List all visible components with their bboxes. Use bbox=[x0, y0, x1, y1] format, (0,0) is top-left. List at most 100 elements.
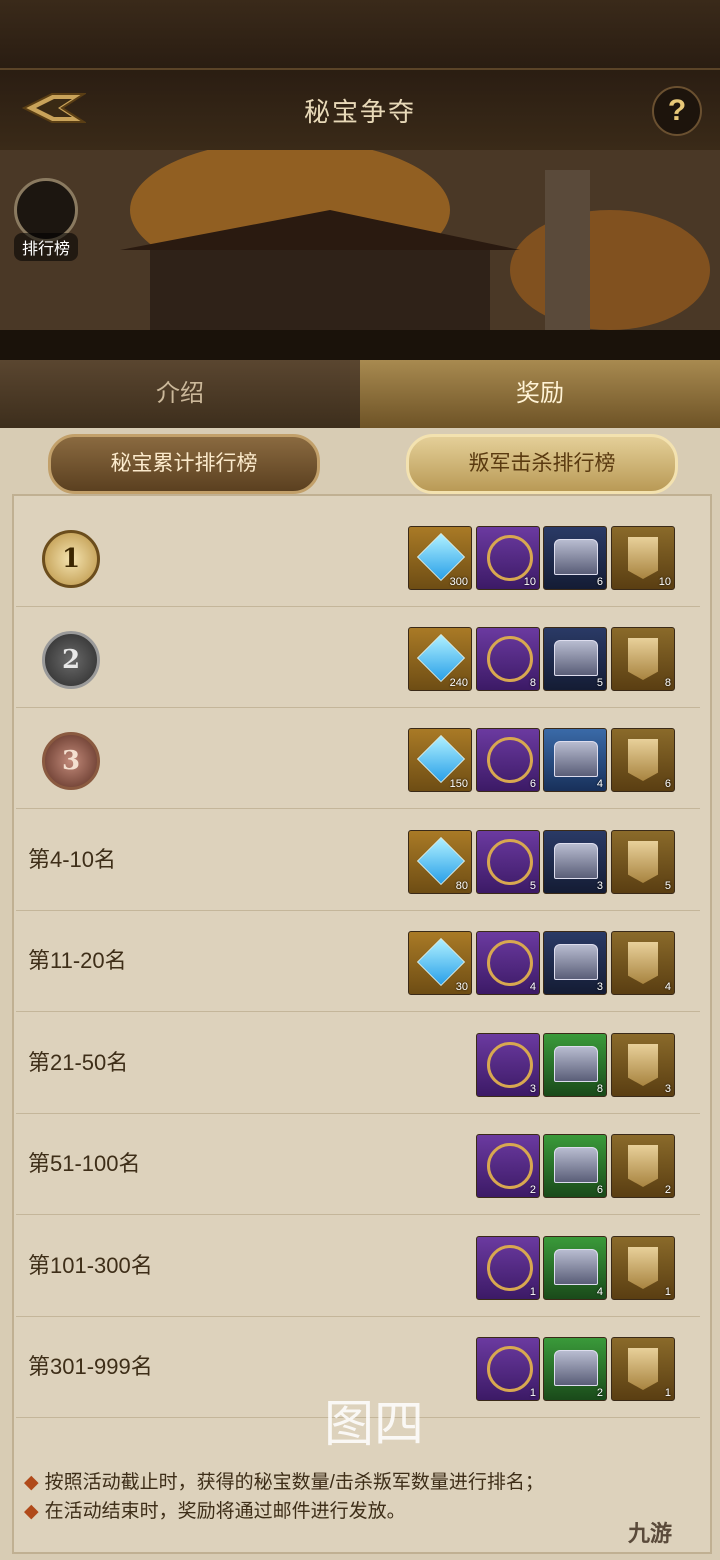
ban-reward-icon[interactable]: 10 bbox=[611, 526, 675, 590]
reward-count: 8 bbox=[664, 677, 671, 689]
ham-reward-icon[interactable]: 5 bbox=[476, 830, 540, 894]
rank-medal-icon: 2 bbox=[42, 631, 100, 689]
reward-count: 5 bbox=[596, 677, 603, 689]
notes: ◆ 按照活动截止时，获得的秘宝数量/击杀叛军数量进行排名； ◆ 在活动结束时，奖励将… bbox=[24, 1468, 704, 1526]
reward-row: 第11-20名 30 4 3 4 bbox=[16, 911, 700, 1012]
reward-count: 4 bbox=[596, 778, 603, 790]
rank-label: 第51-100名 bbox=[28, 1151, 141, 1176]
chestg-reward-icon[interactable]: 6 bbox=[543, 1134, 607, 1198]
site-logo: 九游 bbox=[628, 1521, 673, 1546]
ham-reward-icon[interactable]: 1 bbox=[476, 1236, 540, 1300]
reward-count: 6 bbox=[596, 1184, 603, 1196]
ban-reward-icon[interactable]: 3 bbox=[611, 1033, 675, 1097]
ham-reward-icon[interactable]: 2 bbox=[476, 1134, 540, 1198]
ham-reward-icon[interactable]: 3 bbox=[476, 1033, 540, 1097]
leaderboard-label: 排行榜 bbox=[14, 233, 78, 261]
reward-row: 3 150 6 4 6 bbox=[16, 708, 700, 809]
ban-reward-icon[interactable]: 6 bbox=[611, 728, 675, 792]
reward-count: 1 bbox=[664, 1387, 671, 1399]
ban-reward-icon[interactable]: 5 bbox=[611, 830, 675, 894]
note-line: ◆ 在活动结束时，奖励将通过邮件进行发放。 bbox=[24, 1501, 406, 1522]
bullet-icon: ◆ bbox=[24, 1501, 39, 1522]
reward-count: 30 bbox=[455, 981, 468, 993]
rank-label: 第11-20名 bbox=[28, 948, 127, 973]
leaderboard-button[interactable]: 排行榜 bbox=[14, 178, 78, 261]
reward-count: 2 bbox=[664, 1184, 671, 1196]
reward-count: 10 bbox=[658, 576, 671, 588]
chestg-reward-icon[interactable]: 8 bbox=[543, 1033, 607, 1097]
gem-reward-icon[interactable]: 150 bbox=[408, 728, 472, 792]
reward-count: 150 bbox=[449, 778, 468, 790]
reward-row: 2 240 8 5 8 bbox=[16, 607, 700, 708]
subtab-rebel-kill-ranking[interactable]: 叛军击杀排行榜 bbox=[406, 434, 678, 494]
reward-row: 第51-100名 2 6 2 bbox=[16, 1114, 700, 1215]
reward-count: 4 bbox=[529, 981, 536, 993]
event-banner bbox=[0, 150, 720, 360]
reward-count: 240 bbox=[449, 677, 468, 689]
reward-count: 300 bbox=[449, 576, 468, 588]
reward-count: 1 bbox=[664, 1286, 671, 1298]
gem-reward-icon[interactable]: 300 bbox=[408, 526, 472, 590]
chestp-reward-icon[interactable]: 5 bbox=[543, 627, 607, 691]
tab-rewards[interactable]: 奖励 bbox=[360, 360, 720, 428]
reward-count: 10 bbox=[523, 576, 536, 588]
reward-count: 6 bbox=[664, 778, 671, 790]
rank-label: 第301-999名 bbox=[28, 1354, 153, 1379]
note-line: ◆ 按照活动截止时，获得的秘宝数量/击杀叛军数量进行排名； bbox=[24, 1472, 544, 1493]
rank-label: 第101-300名 bbox=[28, 1253, 153, 1278]
chestp-reward-icon[interactable]: 6 bbox=[543, 526, 607, 590]
ban-reward-icon[interactable]: 1 bbox=[611, 1236, 675, 1300]
ban-reward-icon[interactable]: 8 bbox=[611, 627, 675, 691]
bullet-icon: ◆ bbox=[24, 1472, 39, 1493]
ham-reward-icon[interactable]: 6 bbox=[476, 728, 540, 792]
ham-reward-icon[interactable]: 1 bbox=[476, 1337, 540, 1401]
chestg-reward-icon[interactable]: 2 bbox=[543, 1337, 607, 1401]
reward-count: 2 bbox=[596, 1387, 603, 1399]
reward-count: 8 bbox=[529, 677, 536, 689]
reward-count: 5 bbox=[664, 880, 671, 892]
reward-count: 3 bbox=[596, 981, 603, 993]
reward-count: 6 bbox=[529, 778, 536, 790]
reward-count: 3 bbox=[596, 880, 603, 892]
reward-count: 1 bbox=[529, 1286, 536, 1298]
rank-label: 第4-10名 bbox=[28, 847, 117, 872]
reward-count: 1 bbox=[529, 1387, 536, 1399]
ham-reward-icon[interactable]: 8 bbox=[476, 627, 540, 691]
divider bbox=[0, 68, 720, 70]
reward-row: 第21-50名 3 8 3 bbox=[16, 1013, 700, 1114]
main-tabs: 介绍 奖励 bbox=[0, 360, 720, 428]
reward-count: 3 bbox=[664, 1083, 671, 1095]
top-bar: 秘宝争夺 ? bbox=[0, 0, 720, 150]
subtab-treasure-ranking[interactable]: 秘宝累计排行榜 bbox=[48, 434, 320, 494]
banner-image bbox=[0, 150, 720, 360]
reward-count: 80 bbox=[455, 880, 468, 892]
reward-count: 2 bbox=[529, 1184, 536, 1196]
chestp-reward-icon[interactable]: 3 bbox=[543, 830, 607, 894]
gem-reward-icon[interactable]: 240 bbox=[408, 627, 472, 691]
reward-row: 第4-10名 80 5 3 5 bbox=[16, 810, 700, 911]
reward-count: 6 bbox=[596, 576, 603, 588]
tab-intro[interactable]: 介绍 bbox=[0, 360, 360, 428]
ban-reward-icon[interactable]: 4 bbox=[611, 931, 675, 995]
ham-reward-icon[interactable]: 10 bbox=[476, 526, 540, 590]
chestg-reward-icon[interactable]: 4 bbox=[543, 1236, 607, 1300]
ban-reward-icon[interactable]: 1 bbox=[611, 1337, 675, 1401]
page-title: 秘宝争夺 bbox=[303, 97, 416, 127]
ham-reward-icon[interactable]: 4 bbox=[476, 931, 540, 995]
chestp-reward-icon[interactable]: 3 bbox=[543, 931, 607, 995]
chestb-reward-icon[interactable]: 4 bbox=[543, 728, 607, 792]
rank-label: 第21-50名 bbox=[28, 1050, 129, 1075]
help-icon[interactable]: ? bbox=[652, 86, 702, 136]
reward-count: 3 bbox=[529, 1083, 536, 1095]
gem-reward-icon[interactable]: 30 bbox=[408, 931, 472, 995]
reward-row: 第101-300名 1 4 1 bbox=[16, 1216, 700, 1317]
ban-reward-icon[interactable]: 2 bbox=[611, 1134, 675, 1198]
reward-count: 4 bbox=[664, 981, 671, 993]
reward-count: 5 bbox=[529, 880, 536, 892]
watermark: 图四 bbox=[324, 1396, 424, 1452]
rank-medal-icon: 1 bbox=[42, 530, 100, 588]
reward-count: 4 bbox=[596, 1286, 603, 1298]
gem-reward-icon[interactable]: 80 bbox=[408, 830, 472, 894]
reward-row: 1 300 10 6 10 bbox=[16, 506, 700, 607]
reward-count: 8 bbox=[596, 1083, 603, 1095]
